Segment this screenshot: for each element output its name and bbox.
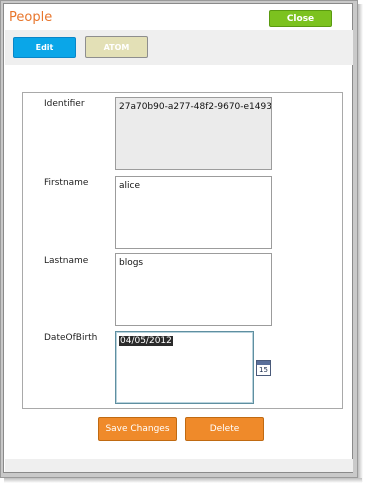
people-dialog: People Close Edit ATOM Identifier 27a70b…	[3, 3, 353, 473]
calendar-icon[interactable]: 15	[256, 360, 271, 376]
dialog-title: People	[9, 10, 53, 25]
dateofbirth-field[interactable]: 04/05/2012	[115, 331, 254, 404]
toolbar: Edit ATOM	[5, 30, 353, 65]
dateofbirth-value: 04/05/2012	[119, 336, 173, 346]
calendar-day: 15	[259, 366, 268, 374]
delete-button[interactable]: Delete	[185, 417, 264, 441]
edit-button[interactable]: Edit	[13, 37, 76, 58]
person-form: Identifier 27a70b90-a277-48f2-9670-e1493…	[22, 92, 343, 409]
lastname-field[interactable]: blogs	[115, 253, 272, 326]
window-shadow-right	[358, 4, 363, 482]
firstname-label: Firstname	[44, 178, 89, 188]
firstname-field[interactable]: alice	[115, 176, 272, 249]
atom-button[interactable]: ATOM	[85, 36, 148, 58]
close-button[interactable]: Close	[269, 10, 332, 27]
identifier-label: Identifier	[44, 99, 85, 109]
lastname-label: Lastname	[44, 256, 89, 266]
identifier-field[interactable]: 27a70b90-a277-48f2-9670-e1493	[115, 97, 272, 170]
dateofbirth-label: DateOfBirth	[44, 333, 98, 343]
save-changes-button[interactable]: Save Changes	[98, 417, 177, 441]
window-shadow-bottom	[4, 478, 362, 483]
dialog-footer	[5, 459, 353, 472]
